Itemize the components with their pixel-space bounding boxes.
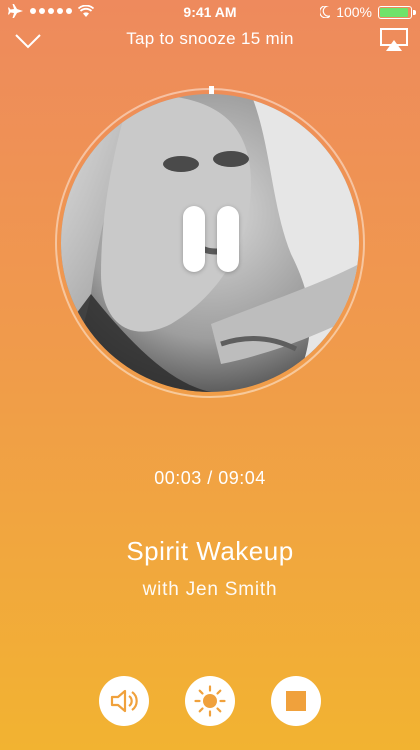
album-art-player [55, 86, 365, 398]
player-header: Tap to snooze 15 min [0, 26, 420, 54]
snooze-button[interactable]: Tap to snooze 15 min [0, 29, 420, 49]
track-artist: with Jen Smith [142, 579, 278, 600]
airplay-icon[interactable] [380, 28, 408, 52]
track-title: Spirit Wakeup [126, 536, 294, 566]
status-right: 100% [320, 4, 416, 20]
stop-icon [286, 691, 306, 711]
battery-icon [378, 5, 416, 19]
volume-button[interactable] [99, 676, 149, 726]
brightness-button[interactable] [185, 676, 235, 726]
pause-button[interactable] [179, 206, 243, 276]
speaker-icon [110, 689, 138, 713]
moon-icon [320, 6, 331, 18]
sun-icon [194, 685, 226, 717]
playback-time: 00:03 / 09:04 [154, 468, 266, 488]
status-bar: 9:41 AM 100% [0, 0, 420, 26]
playback-controls [0, 676, 420, 726]
battery-percent: 100% [336, 4, 372, 20]
stop-button[interactable] [271, 676, 321, 726]
